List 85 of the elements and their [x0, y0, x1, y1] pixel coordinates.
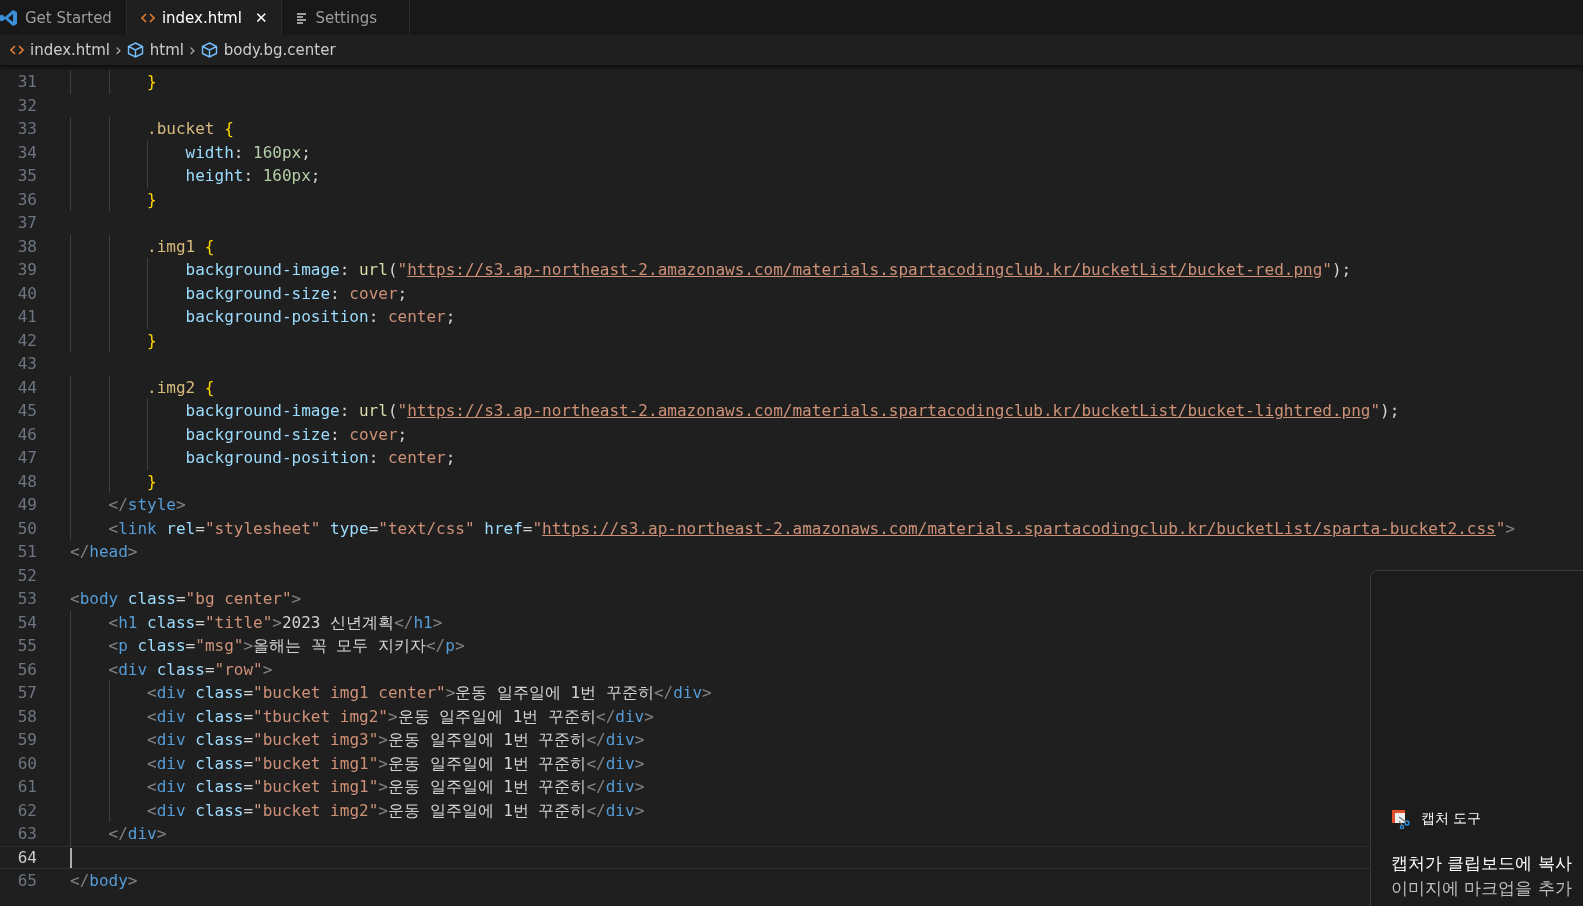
cube-icon [200, 42, 218, 58]
editor-tab[interactable]: Get Started [0, 0, 127, 35]
line-number: 44 [16, 377, 37, 397]
code-line: <h1 class="title">2023 신년계획</h1> [107, 611, 443, 634]
line-number: 34 [16, 142, 37, 162]
line-number: 50 [16, 518, 37, 538]
line-number: 40 [16, 283, 37, 303]
code-line: background-position: center; [184, 306, 456, 329]
code-line: } [146, 71, 157, 94]
code-line: <div class="tbucket img2">운동 일주일에 1번 꾸준히</div> [146, 705, 654, 728]
code-line: </style> [107, 494, 186, 517]
breadcrumb-item[interactable]: body.bg.center [223, 41, 336, 59]
code-line: <p class="msg">올해는 꼭 모두 지키자</p> [107, 635, 465, 658]
line-number: 54 [16, 612, 37, 632]
line-number: 61 [16, 777, 37, 797]
line-number: 57 [16, 683, 37, 703]
chevron-icon: › [188, 40, 196, 60]
line-number: 59 [16, 730, 37, 750]
line-number: 36 [16, 189, 37, 209]
code-icon [10, 44, 24, 56]
line-number: 32 [16, 95, 37, 115]
code-line: <div class="row"> [107, 658, 273, 681]
line-number: 45 [16, 401, 37, 421]
line-number: 58 [16, 706, 37, 726]
line-number: 55 [16, 636, 37, 656]
editor-tab[interactable]: index.html ✕ [126, 0, 283, 35]
code-line: } [146, 470, 157, 493]
line-number: 38 [16, 236, 37, 256]
notification-text: 이미지에 마크업을 추가 [1391, 877, 1573, 900]
code-line: background-size: cover; [184, 423, 408, 446]
line-number: 51 [16, 542, 37, 562]
code-line: <body class="bg center"> [70, 588, 302, 611]
code-line: </body> [70, 870, 138, 893]
line-number: 41 [16, 307, 37, 327]
list-icon [296, 11, 309, 24]
breadcrumb-item[interactable]: index.html [30, 41, 110, 59]
code-line: width: 160px; [184, 141, 311, 164]
code-line: .img1 { [146, 235, 215, 258]
code-line: background-position: center; [184, 447, 456, 470]
code-line: background-image: url("https://s3.ap-northeast-2.amazonaws.com/materials.spartacodingclub.kr/bucketList/bucket-lightred.png"); [184, 400, 1400, 423]
code-line: background-image: url("https://s3.ap-northeast-2.amazonaws.com/materials.spartacodingclub.kr/bucketList/bucket-red.png"); [184, 259, 1352, 282]
code-line: height: 160px; [184, 165, 321, 188]
snipping-tool-icon [1391, 809, 1411, 829]
code-line: <div class="bucket img1 center">운동 일주일에 1번 꾸준히</div> [146, 682, 712, 705]
line-number: 47 [16, 448, 37, 468]
app-name: 캡처 도구 [1421, 810, 1482, 828]
code-icon [140, 11, 155, 24]
line-number: 60 [16, 753, 37, 773]
code-line: } [146, 188, 157, 211]
code-line: <div class="bucket img1">운동 일주일에 1번 꾸준히</div> [146, 776, 645, 799]
line-number: 62 [16, 800, 37, 820]
code-line: <div class="bucket img3">운동 일주일에 1번 꾸준히</div> [146, 729, 645, 752]
notification-title: 캡처가 클립보드에 복사 [1391, 852, 1573, 875]
code-line: </div> [107, 823, 167, 846]
code-line: <div class="bucket img2">운동 일주일에 1번 꾸준히</div> [146, 799, 645, 822]
notification-card[interactable]: 캡처 도구 캡처가 클립보드에 복사 이미지에 마크업을 추가 [1370, 570, 1583, 906]
line-number: 42 [16, 330, 37, 350]
line-number: 49 [16, 495, 37, 515]
line-number: 37 [16, 213, 37, 233]
line-number: 65 [16, 871, 37, 891]
line-number: 33 [16, 119, 37, 139]
code-line: background-size: cover; [184, 282, 408, 305]
close-icon[interactable]: ✕ [254, 8, 268, 27]
breadcrumb-item[interactable]: html [149, 41, 184, 59]
line-number: 48 [16, 471, 37, 491]
line-number: 39 [16, 260, 37, 280]
code-line: .img2 { [146, 376, 215, 399]
text-cursor [70, 848, 72, 869]
line-number: 46 [16, 424, 37, 444]
logo-icon [0, 8, 18, 27]
line-number: 64 [16, 847, 37, 867]
line-number: 35 [16, 166, 37, 186]
cube-icon [126, 42, 144, 58]
code-line: <link rel="stylesheet" type="text/css" href="https://s3.ap-northeast-2.amazonaws.com/materials.spartacodingclub.kr/bucketList/sparta-bucket2.css"> [107, 517, 1515, 540]
line-number: 53 [16, 589, 37, 609]
code-line: .bucket { [146, 118, 234, 141]
code-line: <div class="bucket img1">운동 일주일에 1번 꾸준히</div> [146, 752, 645, 775]
code-line: } [146, 329, 157, 352]
line-number: 52 [16, 565, 37, 585]
code-line: </head> [70, 541, 138, 564]
chevron-icon: › [115, 40, 122, 60]
line-number: 43 [16, 354, 37, 374]
line-number: 31 [16, 72, 37, 92]
line-number: 63 [16, 824, 37, 844]
line-number: 56 [16, 659, 37, 679]
